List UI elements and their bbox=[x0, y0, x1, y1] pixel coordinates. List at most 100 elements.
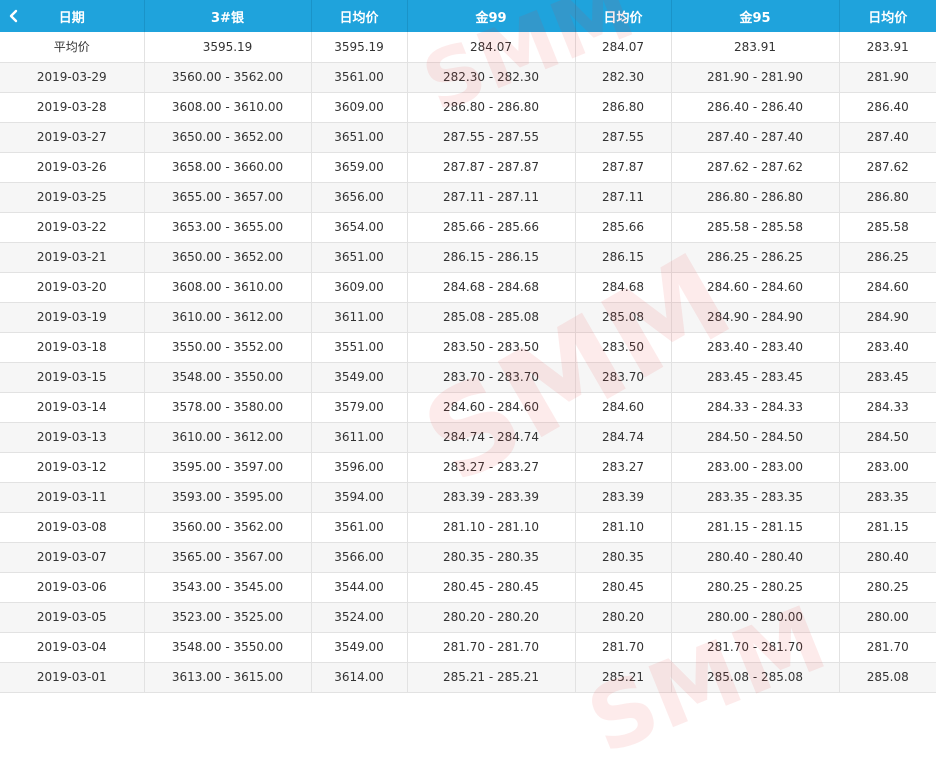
silver-avg-cell: 3611.00 bbox=[311, 302, 408, 333]
silver-range-cell: 3560.00 - 3562.00 bbox=[144, 62, 312, 93]
table-row: 2019-03-21 3650.00 - 3652.00 3651.00 286.15… bbox=[0, 242, 936, 273]
table-row: 2019-03-26 3658.00 - 3660.00 3659.00 287.87… bbox=[0, 152, 936, 183]
table-row: 2019-03-25 3655.00 - 3657.00 3656.00 287.11… bbox=[0, 182, 936, 213]
date-cell: 2019-03-18 bbox=[0, 332, 145, 363]
table-row: 2019-03-20 3608.00 - 3610.00 3609.00 284.68… bbox=[0, 272, 936, 303]
date-cell: 2019-03-27 bbox=[0, 122, 145, 153]
gold95-avg-cell: 284.33 bbox=[839, 392, 936, 423]
table-row: 2019-03-19 3610.00 - 3612.00 3611.00 285.08… bbox=[0, 302, 936, 333]
silver-avg-cell: 3579.00 bbox=[311, 392, 408, 423]
silver-avg-cell: 3659.00 bbox=[311, 152, 408, 183]
date-cell: 2019-03-13 bbox=[0, 422, 145, 453]
silver-avg-cell: 3596.00 bbox=[311, 452, 408, 483]
silver-range-cell: 3595.19 bbox=[144, 32, 312, 63]
gold99-range-cell: 284.60 - 284.60 bbox=[407, 392, 576, 423]
date-cell: 2019-03-05 bbox=[0, 602, 145, 633]
gold99-avg-cell: 287.11 bbox=[575, 182, 672, 213]
gold95-avg-cell: 280.00 bbox=[839, 602, 936, 633]
back-arrow-icon[interactable] bbox=[6, 8, 22, 24]
gold95-avg-cell: 283.35 bbox=[839, 482, 936, 513]
date-cell: 2019-03-20 bbox=[0, 272, 145, 303]
silver-range-cell: 3593.00 - 3595.00 bbox=[144, 482, 312, 513]
gold99-avg-cell: 285.08 bbox=[575, 302, 672, 333]
silver-avg-cell: 3561.00 bbox=[311, 512, 408, 543]
table-row: 2019-03-29 3560.00 - 3562.00 3561.00 282.30… bbox=[0, 62, 936, 93]
gold99-avg-cell: 285.21 bbox=[575, 662, 672, 693]
silver-avg-cell: 3549.00 bbox=[311, 632, 408, 663]
gold95-avg-cell: 281.70 bbox=[839, 632, 936, 663]
table-row: 2019-03-11 3593.00 - 3595.00 3594.00 283.39… bbox=[0, 482, 936, 513]
gold99-range-cell: 283.39 - 283.39 bbox=[407, 482, 576, 513]
silver-avg-cell: 3651.00 bbox=[311, 122, 408, 153]
silver-avg-cell: 3654.00 bbox=[311, 212, 408, 243]
silver-avg-cell: 3614.00 bbox=[311, 662, 408, 693]
silver-range-cell: 3548.00 - 3550.00 bbox=[144, 362, 312, 393]
gold95-avg-cell: 281.15 bbox=[839, 512, 936, 543]
table-row: 2019-03-08 3560.00 - 3562.00 3561.00 281.10… bbox=[0, 512, 936, 543]
silver-avg-cell: 3566.00 bbox=[311, 542, 408, 573]
silver-range-cell: 3543.00 - 3545.00 bbox=[144, 572, 312, 603]
gold99-range-cell: 284.68 - 284.68 bbox=[407, 272, 576, 303]
header-date-label: 日期 bbox=[58, 10, 85, 26]
gold95-avg-cell: 283.91 bbox=[839, 32, 936, 63]
gold99-range-cell: 286.80 - 286.80 bbox=[407, 92, 576, 123]
gold95-range-cell: 283.45 - 283.45 bbox=[671, 362, 840, 393]
date-cell: 2019-03-26 bbox=[0, 152, 145, 183]
date-cell: 2019-03-15 bbox=[0, 362, 145, 393]
table-row: 2019-03-01 3613.00 - 3615.00 3614.00 285.21… bbox=[0, 662, 936, 693]
gold99-range-cell: 286.15 - 286.15 bbox=[407, 242, 576, 273]
date-cell: 2019-03-06 bbox=[0, 572, 145, 603]
gold99-avg-cell: 282.30 bbox=[575, 62, 672, 93]
gold95-range-cell: 285.08 - 285.08 bbox=[671, 662, 840, 693]
table-row: 2019-03-15 3548.00 - 3550.00 3549.00 283.70… bbox=[0, 362, 936, 393]
header-date: 日期 bbox=[0, 0, 145, 32]
gold95-range-cell: 286.25 - 286.25 bbox=[671, 242, 840, 273]
silver-range-cell: 3655.00 - 3657.00 bbox=[144, 182, 312, 213]
gold99-avg-cell: 285.66 bbox=[575, 212, 672, 243]
gold95-range-cell: 280.40 - 280.40 bbox=[671, 542, 840, 573]
gold95-avg-cell: 280.25 bbox=[839, 572, 936, 603]
table-row: 2019-03-18 3550.00 - 3552.00 3551.00 283.50… bbox=[0, 332, 936, 363]
gold99-avg-cell: 281.10 bbox=[575, 512, 672, 543]
gold99-range-cell: 284.07 bbox=[407, 32, 576, 63]
silver-range-cell: 3548.00 - 3550.00 bbox=[144, 632, 312, 663]
silver-range-cell: 3578.00 - 3580.00 bbox=[144, 392, 312, 423]
silver-range-cell: 3608.00 - 3610.00 bbox=[144, 272, 312, 303]
silver-range-cell: 3565.00 - 3567.00 bbox=[144, 542, 312, 573]
table-body: 平均价 3595.19 3595.19 284.07 284.07 283.91 283.9… bbox=[0, 32, 936, 693]
gold99-avg-cell: 280.35 bbox=[575, 542, 672, 573]
gold99-range-cell: 280.35 - 280.35 bbox=[407, 542, 576, 573]
gold95-range-cell: 281.15 - 281.15 bbox=[671, 512, 840, 543]
date-cell: 2019-03-08 bbox=[0, 512, 145, 543]
header-gold95: 金95 bbox=[671, 0, 840, 32]
silver-avg-cell: 3656.00 bbox=[311, 182, 408, 213]
gold95-avg-cell: 286.25 bbox=[839, 242, 936, 273]
silver-avg-cell: 3544.00 bbox=[311, 572, 408, 603]
gold99-avg-cell: 286.15 bbox=[575, 242, 672, 273]
gold99-avg-cell: 280.45 bbox=[575, 572, 672, 603]
silver-range-cell: 3653.00 - 3655.00 bbox=[144, 212, 312, 243]
gold99-avg-cell: 283.70 bbox=[575, 362, 672, 393]
date-cell: 2019-03-25 bbox=[0, 182, 145, 213]
header-silver: 3#银 bbox=[144, 0, 312, 32]
gold99-range-cell: 280.20 - 280.20 bbox=[407, 602, 576, 633]
gold99-range-cell: 283.70 - 283.70 bbox=[407, 362, 576, 393]
table-header: 日期 3#银 日均价 金99 日均价 金95 日均价 bbox=[0, 0, 936, 32]
silver-range-cell: 3613.00 - 3615.00 bbox=[144, 662, 312, 693]
gold95-range-cell: 284.50 - 284.50 bbox=[671, 422, 840, 453]
gold99-avg-cell: 286.80 bbox=[575, 92, 672, 123]
silver-avg-cell: 3551.00 bbox=[311, 332, 408, 363]
silver-range-cell: 3560.00 - 3562.00 bbox=[144, 512, 312, 543]
date-cell: 2019-03-12 bbox=[0, 452, 145, 483]
gold99-avg-cell: 283.39 bbox=[575, 482, 672, 513]
header-gold99-daily-avg: 日均价 bbox=[575, 0, 672, 32]
silver-range-cell: 3595.00 - 3597.00 bbox=[144, 452, 312, 483]
gold95-range-cell: 284.90 - 284.90 bbox=[671, 302, 840, 333]
gold95-range-cell: 284.33 - 284.33 bbox=[671, 392, 840, 423]
gold95-avg-cell: 283.45 bbox=[839, 362, 936, 393]
gold95-avg-cell: 285.58 bbox=[839, 212, 936, 243]
gold99-range-cell: 287.11 - 287.11 bbox=[407, 182, 576, 213]
date-cell: 2019-03-04 bbox=[0, 632, 145, 663]
gold95-range-cell: 284.60 - 284.60 bbox=[671, 272, 840, 303]
gold95-range-cell: 280.00 - 280.00 bbox=[671, 602, 840, 633]
